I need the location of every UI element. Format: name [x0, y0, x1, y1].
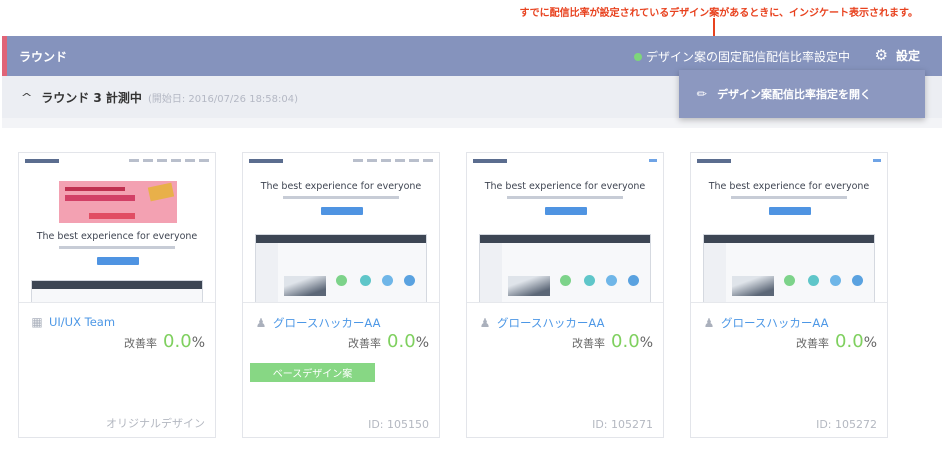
design-thumbnail[interactable]: The best experience for everyone	[19, 153, 215, 303]
thumbnail-nav	[25, 159, 209, 165]
owner-name: グロースハッカーAA	[273, 316, 381, 330]
thumbnail-headline: The best experience for everyone	[484, 181, 646, 192]
owner-link[interactable]: ♟ グロースハッカーAA	[703, 315, 829, 331]
divider	[2, 118, 942, 128]
settings-label: 設定	[895, 49, 920, 63]
pencil-icon: ✎	[693, 85, 711, 103]
owner-name: グロースハッカーAA	[497, 316, 605, 330]
improvement-rate: 改善率 0.0%	[796, 331, 877, 352]
improvement-rate-label: 改善率	[572, 337, 606, 350]
improvement-rate-unit: %	[191, 335, 205, 351]
design-card[interactable]: The best experience for everyone ▦ UI/UX T…	[18, 152, 216, 438]
fixed-ratio-status-text: デザイン案の固定配信配信比率設定中	[645, 50, 850, 64]
thumbnail-nav	[473, 159, 657, 165]
owner-link[interactable]: ▦ UI/UX Team	[31, 315, 115, 329]
design-card[interactable]: The best experience for everyone ♟ グロースハッカ…	[242, 152, 440, 438]
design-thumbnail[interactable]: The best experience for everyone	[467, 153, 663, 303]
status-dot-icon	[633, 52, 642, 61]
improvement-rate-unit: %	[863, 335, 877, 351]
user-icon: ♟	[255, 316, 267, 330]
owner-name: グロースハッカーAA	[721, 316, 829, 330]
open-ratio-settings-label: デザイン案配信比率指定を開く	[717, 88, 872, 101]
improvement-rate-value: 0.0	[835, 331, 864, 352]
annotation-text: すでに配信比率が設定されているデザイン案があるときに、インジケート表示されます。	[519, 8, 919, 19]
improvement-rate-value: 0.0	[163, 331, 192, 352]
design-id: ID: 105271	[592, 418, 653, 431]
improvement-rate-label: 改善率	[348, 337, 382, 350]
base-design-badge: ベースデザイン案	[250, 363, 375, 382]
owner-link[interactable]: ♟ グロースハッカーAA	[479, 315, 605, 331]
building-icon: ▦	[31, 315, 43, 329]
improvement-rate: 改善率 0.0%	[348, 331, 429, 352]
fixed-ratio-indicator: デザイン案の固定配信配信比率設定中	[633, 48, 850, 65]
owner-name: UI/UX Team	[49, 315, 116, 329]
improvement-rate-value: 0.0	[387, 331, 416, 352]
design-id: オリジナルデザイン	[106, 417, 205, 430]
annotation-pointer	[713, 18, 715, 36]
open-ratio-settings-menu-item[interactable]: ✎ デザイン案配信比率指定を開く	[679, 70, 925, 118]
improvement-rate-value: 0.0	[611, 331, 640, 352]
design-thumbnail[interactable]: The best experience for everyone	[243, 153, 439, 303]
thumbnail-headline: The best experience for everyone	[708, 181, 870, 192]
thumbnail-headline: The best experience for everyone	[36, 231, 198, 242]
design-card[interactable]: The best experience for everyone ♟ グロースハッカ…	[466, 152, 664, 438]
improvement-rate-label: 改善率	[124, 337, 158, 350]
round-title: ラウンド 3 計測中	[41, 90, 142, 105]
settings-button[interactable]: ⚙ 設定	[875, 47, 920, 64]
design-thumbnail[interactable]: The best experience for everyone	[691, 153, 887, 303]
improvement-rate-unit: %	[415, 335, 429, 351]
design-card[interactable]: The best experience for everyone ♟ グロースハッカ…	[690, 152, 888, 438]
chevron-up-icon[interactable]: ^	[21, 91, 33, 104]
user-icon: ♟	[479, 316, 491, 330]
round-start-date: (開始日: 2016/07/26 18:58:04)	[147, 93, 299, 105]
improvement-rate-unit: %	[639, 335, 653, 351]
owner-link[interactable]: ♟ グロースハッカーAA	[255, 315, 381, 331]
header-title: ラウンド	[19, 49, 68, 64]
design-id: ID: 105272	[816, 418, 877, 431]
improvement-rate: 改善率 0.0%	[572, 331, 653, 352]
gear-icon: ⚙	[874, 46, 888, 64]
thumbnail-headline: The best experience for everyone	[260, 181, 422, 192]
thumbnail-nav	[249, 159, 433, 165]
design-id: ID: 105150	[368, 418, 429, 431]
thumbnail-banner	[59, 181, 177, 223]
user-icon: ♟	[703, 316, 715, 330]
improvement-rate: 改善率 0.0%	[124, 331, 205, 352]
thumbnail-nav	[697, 159, 881, 165]
improvement-rate-label: 改善率	[796, 337, 830, 350]
